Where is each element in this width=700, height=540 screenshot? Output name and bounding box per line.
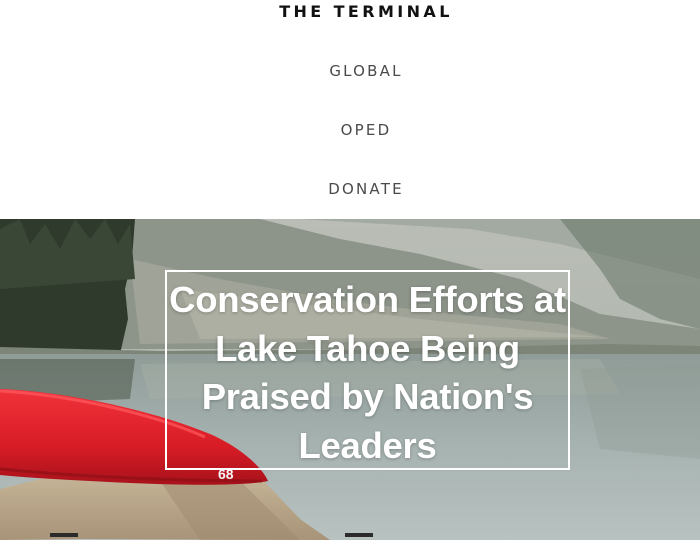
headline-frame: Conservation Efforts at Lake Tahoe Being… [165, 270, 570, 470]
nav-link-oped[interactable]: OPED [0, 121, 700, 139]
hero-banner: 68 Conservation Efforts at Lake Tahoe Be… [0, 219, 700, 540]
nav-link-donate[interactable]: DONATE [0, 180, 700, 198]
nav-link-global[interactable]: GLOBAL [0, 62, 700, 80]
site-title[interactable]: THE TERMINAL [0, 2, 700, 21]
article-headline[interactable]: Conservation Efforts at Lake Tahoe Being… [167, 276, 568, 470]
site-header: THE TERMINAL GLOBAL OPED DONATE [0, 0, 700, 219]
